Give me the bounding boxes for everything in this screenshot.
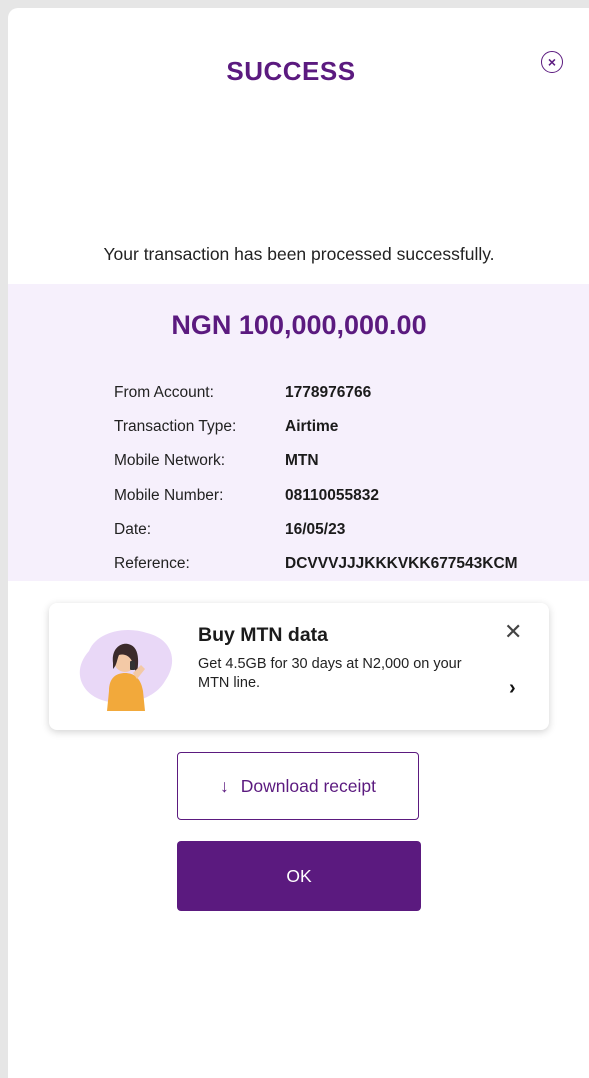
detail-label: Transaction Type: (114, 418, 237, 435)
detail-label: Mobile Number: (114, 487, 224, 504)
detail-label: Date: (114, 521, 152, 538)
detail-label: Reference: (114, 555, 190, 572)
detail-value: 08110055832 (285, 487, 379, 504)
detail-label: From Account: (114, 384, 214, 401)
promo-card-mtn-data[interactable]: Buy MTN data Get 4.5GB for 30 days at N2… (49, 603, 549, 730)
chevron-right-icon[interactable]: › (509, 677, 516, 700)
transaction-summary: NGN 100,000,000.00 From Account: 1778976… (8, 284, 589, 581)
download-receipt-label: Download receipt (240, 775, 376, 796)
detail-value: 16/05/23 (285, 521, 346, 538)
promo-description: Get 4.5GB for 30 days at N2,000 on your … (198, 656, 462, 691)
detail-value: DCVVVJJJKKKVKK677543KCM (285, 555, 518, 572)
arrow-down-icon: ↓ (220, 775, 229, 796)
success-message: Your transaction has been processed succ… (103, 244, 495, 264)
detail-label: Mobile Network: (114, 452, 226, 469)
dismiss-promo-icon[interactable]: ✕ (504, 621, 522, 643)
transaction-amount: NGN 100,000,000.00 (171, 310, 427, 340)
page-title: SUCCESS (226, 56, 356, 86)
download-receipt-button[interactable]: ↓ Download receipt (177, 752, 419, 820)
success-sheet: SUCCESS × Your transaction has been proc… (8, 8, 589, 1078)
detail-value: 1778976766 (285, 384, 372, 401)
promo-title: Buy MTN data (198, 624, 329, 646)
close-icon[interactable]: × (541, 51, 563, 73)
ok-button[interactable]: OK (177, 841, 421, 911)
detail-value: Airtime (285, 418, 339, 435)
detail-value: MTN (285, 452, 319, 469)
woman-on-phone-illustration (79, 630, 173, 711)
